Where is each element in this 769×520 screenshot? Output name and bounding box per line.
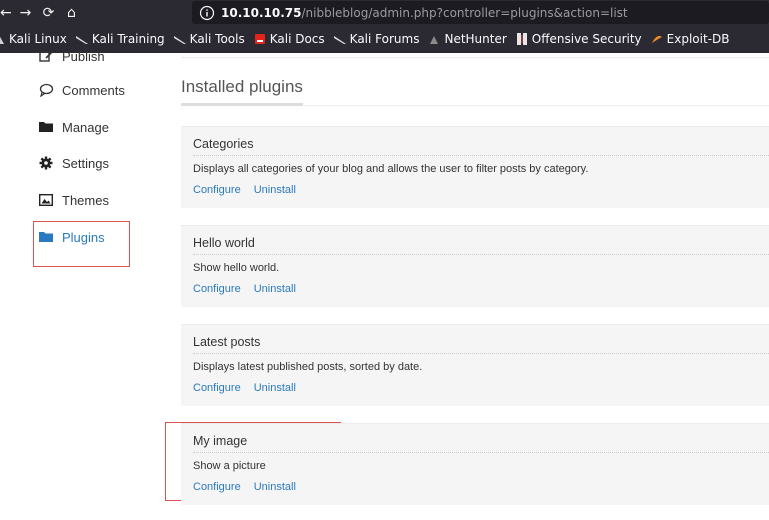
divider (193, 254, 769, 255)
plugin-card-latest-posts: Latest posts Displays latest published p… (181, 324, 769, 406)
bookmark-kali-forums[interactable]: Kali Forums (333, 32, 420, 46)
plugin-actions: Configure Uninstall (193, 382, 309, 394)
bookmark-label: Exploit-DB (666, 32, 730, 46)
configure-link[interactable]: Configure (193, 184, 241, 196)
bookmark-offensive-security[interactable]: Offensive Security (515, 32, 642, 46)
back-button[interactable]: ← (0, 0, 14, 25)
plugin-name: My image (193, 434, 248, 448)
url-host: 10.10.10.75 (221, 5, 302, 20)
bookmark-nethunter[interactable]: NetHunter (427, 32, 507, 46)
back-arrow-icon: ← (0, 4, 12, 21)
divider (193, 353, 769, 354)
browser-toolbar: ← → ⟳ ⌂ 10.10.10.75/nibbleblog/admin.php… (0, 0, 769, 25)
publish-icon (39, 50, 55, 64)
folder-icon (39, 231, 55, 243)
plugin-description: Show a picture (193, 460, 266, 472)
offsec-icon (516, 33, 527, 45)
sidebar-item-label: Comments (62, 82, 125, 98)
sidebar-item-plugins[interactable]: Plugins (39, 227, 105, 247)
page-title: Installed plugins (181, 77, 303, 96)
plugin-name: Latest posts (193, 335, 261, 349)
sidebar-item-label: Manage (62, 119, 109, 135)
plugin-description: Show hello world. (193, 262, 280, 274)
home-button[interactable]: ⌂ (60, 0, 83, 25)
kali-dragon-icon (173, 36, 186, 44)
bookmark-label: Kali Forums (349, 32, 420, 46)
divider (193, 155, 769, 156)
bookmark-kali-docs[interactable]: Kali Docs (253, 32, 325, 46)
plugin-description: Displays latest published posts, sorted … (193, 361, 423, 373)
plugin-description: Displays all categories of your blog and… (193, 163, 589, 175)
nethunter-icon (430, 36, 439, 44)
sidebar-item-label: Settings (62, 155, 109, 171)
bookmark-kali-tools[interactable]: Kali Tools (173, 32, 245, 46)
divider (193, 452, 769, 453)
bookmark-label: Kali Docs (269, 32, 325, 46)
plugin-card-categories: Categories Displays all categories of yo… (181, 126, 769, 208)
kali-dragon-icon (333, 36, 346, 44)
sidebar-item-label: Themes (62, 192, 109, 208)
plugin-actions: Configure Uninstall (193, 283, 309, 295)
plugin-name: Hello world (193, 236, 255, 250)
info-icon[interactable] (199, 5, 215, 21)
kali-dragon-icon (0, 36, 4, 44)
sidebar-item-comments[interactable]: Comments (39, 80, 125, 100)
admin-sidebar: Publish Comments Manage Settings Themes … (0, 50, 165, 520)
plugin-card-my-image: My image Show a picture Configure Uninst… (181, 423, 769, 505)
configure-link[interactable]: Configure (193, 481, 241, 493)
main-content: Installed plugins Categories Displays al… (181, 53, 769, 520)
bookmarks-bar: Kali Linux Kali Training Kali Tools Kali… (0, 25, 769, 53)
bookmark-label: NetHunter (444, 32, 507, 46)
bookmark-label: Offensive Security (531, 32, 642, 46)
sidebar-item-label: Publish (62, 50, 105, 64)
sidebar-item-settings[interactable]: Settings (39, 153, 109, 173)
bookmark-label: Kali Linux (9, 32, 67, 46)
bookmark-label: Kali Tools (189, 32, 245, 46)
plugin-card-hello-world: Hello world Show hello world. Configure … (181, 225, 769, 307)
sidebar-item-manage[interactable]: Manage (39, 117, 109, 137)
bookmark-kali-training[interactable]: Kali Training (75, 32, 165, 46)
uninstall-link[interactable]: Uninstall (254, 481, 296, 493)
kali-dragon-icon (75, 36, 88, 44)
uninstall-link[interactable]: Uninstall (254, 382, 296, 394)
uninstall-link[interactable]: Uninstall (254, 184, 296, 196)
comment-icon (39, 83, 55, 97)
divider (303, 105, 769, 106)
sidebar-item-themes[interactable]: Themes (39, 190, 109, 210)
gear-icon (39, 156, 55, 170)
plugin-name: Categories (193, 137, 254, 151)
forward-button[interactable]: → (14, 0, 37, 25)
url-path: /nibbleblog/admin.php?controller=plugins… (301, 5, 628, 20)
configure-link[interactable]: Configure (193, 382, 241, 394)
plugin-actions: Configure Uninstall (193, 481, 309, 493)
url-bar[interactable]: 10.10.10.75/nibbleblog/admin.php?control… (192, 1, 769, 24)
image-icon (39, 194, 55, 206)
reload-button[interactable]: ⟳ (37, 0, 60, 25)
bookmark-kali-linux[interactable]: Kali Linux (0, 32, 67, 46)
folder-icon (39, 121, 55, 133)
title-underline (181, 103, 303, 106)
divider (181, 57, 769, 58)
exploitdb-icon (651, 35, 662, 43)
bookmark-label: Kali Training (91, 32, 165, 46)
sidebar-item-publish[interactable]: Publish (39, 50, 105, 64)
sidebar-item-label: Plugins (62, 229, 105, 245)
plugin-actions: Configure Uninstall (193, 184, 309, 196)
kali-docs-icon (254, 34, 265, 44)
home-icon: ⌂ (67, 4, 76, 21)
bookmark-exploit-db[interactable]: Exploit-DB (650, 32, 730, 46)
reload-icon: ⟳ (42, 4, 55, 21)
uninstall-link[interactable]: Uninstall (254, 283, 296, 295)
forward-arrow-icon: → (19, 4, 32, 21)
configure-link[interactable]: Configure (193, 283, 241, 295)
